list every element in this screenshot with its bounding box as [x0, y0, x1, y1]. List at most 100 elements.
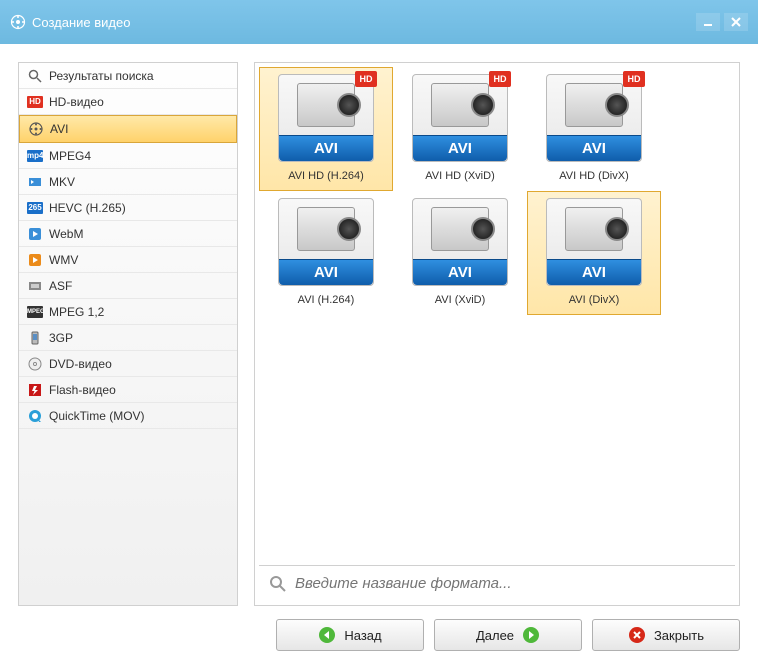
sidebar-item-mpeg4[interactable]: mp4 MPEG4	[19, 143, 237, 169]
sidebar-item-flash-видео[interactable]: Flash-видео	[19, 377, 237, 403]
format-badge: AVI	[547, 135, 641, 161]
sidebar-item-mpeg-1-2[interactable]: MPEG MPEG 1,2	[19, 299, 237, 325]
sidebar-item-label: Flash-видео	[49, 383, 116, 397]
sidebar-item-quicktime-mov-[interactable]: QuickTime (MOV)	[19, 403, 237, 429]
format-caption: AVI (XviD)	[435, 294, 486, 306]
sidebar-item-avi[interactable]: AVI	[19, 115, 237, 143]
sidebar-item-label: WMV	[49, 253, 78, 267]
format-cell[interactable]: HD AVI AVI HD (XviD)	[393, 67, 527, 191]
arrow-right-icon	[522, 626, 540, 644]
next-label: Далее	[476, 628, 514, 643]
hd-badge: HD	[489, 71, 511, 87]
camera-lens-icon	[471, 93, 495, 117]
camera-lens-icon	[605, 217, 629, 241]
hd-badge: HD	[623, 71, 645, 87]
close-icon	[628, 626, 646, 644]
format-thumbnail: HD AVI	[412, 74, 508, 162]
hd-badge: HD	[355, 71, 377, 87]
sidebar-item-wmv[interactable]: WMV	[19, 247, 237, 273]
sidebar-item-label: WebM	[49, 227, 83, 241]
format-badge: AVI	[413, 135, 507, 161]
format-cell[interactable]: AVI AVI (DivX)	[527, 191, 661, 315]
format-thumbnail: AVI	[546, 198, 642, 286]
sidebar-item-label: 3GP	[49, 331, 73, 345]
format-badge: AVI	[279, 259, 373, 285]
format-caption: AVI HD (XviD)	[425, 170, 494, 182]
back-label: Назад	[344, 628, 381, 643]
sidebar-item-asf[interactable]: ASF	[19, 273, 237, 299]
inner-frame: Результаты поиска HD HD-видео AVI mp4 MPEG4 MK…	[0, 44, 758, 670]
camera-lens-icon	[471, 217, 495, 241]
camera-lens-icon	[337, 93, 361, 117]
sidebar-item-label: ASF	[49, 279, 72, 293]
sidebar-item-label: AVI	[50, 122, 68, 136]
quicktime-icon	[27, 408, 43, 424]
next-button[interactable]: Далее	[434, 619, 582, 651]
sidebar-item-результаты-поиска[interactable]: Результаты поиска	[19, 63, 237, 89]
format-cell[interactable]: HD AVI AVI HD (H.264)	[259, 67, 393, 191]
sidebar-item-label: Результаты поиска	[49, 69, 154, 83]
format-cell[interactable]: AVI AVI (H.264)	[259, 191, 393, 315]
sidebar-item-3gp[interactable]: 3GP	[19, 325, 237, 351]
arrow-left-icon	[318, 626, 336, 644]
sidebar-item-hevc-h-265-[interactable]: 265 HEVC (H.265)	[19, 195, 237, 221]
back-button[interactable]: Назад	[276, 619, 424, 651]
hd-icon: HD	[27, 94, 43, 110]
format-thumbnail: AVI	[412, 198, 508, 286]
format-thumbnail: AVI	[278, 198, 374, 286]
search-input[interactable]	[295, 575, 725, 592]
mp4-icon: mp4	[27, 148, 43, 164]
mpeg-icon: MPEG	[27, 304, 43, 320]
asf-icon	[27, 278, 43, 294]
play-icon	[27, 226, 43, 242]
minimize-button[interactable]	[696, 13, 720, 31]
sidebar-item-label: HD-видео	[49, 95, 104, 109]
format-grid-wrap: HD AVI AVI HD (H.264) HD AVI AVI HD (XviD) HD A…	[254, 62, 740, 606]
close-window-button[interactable]	[724, 13, 748, 31]
sidebar-item-hd-видео[interactable]: HD HD-видео	[19, 89, 237, 115]
sidebar-item-label: MKV	[49, 175, 75, 189]
format-badge: AVI	[547, 259, 641, 285]
search-bar	[259, 565, 735, 601]
flash-icon	[27, 382, 43, 398]
body: Результаты поиска HD HD-видео AVI mp4 MPEG4 MK…	[18, 62, 740, 606]
format-caption: AVI (DivX)	[569, 294, 620, 306]
close-label: Закрыть	[654, 628, 704, 643]
sidebar-item-label: MPEG4	[49, 149, 91, 163]
window: Создание видео Результаты поиска HD HD-вид…	[0, 0, 758, 670]
format-thumbnail: HD AVI	[278, 74, 374, 162]
sidebar-item-dvd-видео[interactable]: DVD-видео	[19, 351, 237, 377]
disc-icon	[27, 356, 43, 372]
sidebar-item-label: MPEG 1,2	[49, 305, 104, 319]
play-orange-icon	[27, 252, 43, 268]
search-icon	[27, 68, 43, 84]
sidebar-item-mkv[interactable]: MKV	[19, 169, 237, 195]
format-cell[interactable]: AVI AVI (XviD)	[393, 191, 527, 315]
format-caption: AVI HD (H.264)	[288, 170, 364, 182]
format-caption: AVI HD (DivX)	[559, 170, 628, 182]
phone-icon	[27, 330, 43, 346]
sidebar-item-label: HEVC (H.265)	[49, 201, 126, 215]
sidebar-item-label: DVD-видео	[49, 357, 112, 371]
close-button[interactable]: Закрыть	[592, 619, 740, 651]
format-caption: AVI (H.264)	[298, 294, 355, 306]
camera-lens-icon	[337, 217, 361, 241]
sidebar: Результаты поиска HD HD-видео AVI mp4 MPEG4 MK…	[18, 62, 238, 606]
format-grid: HD AVI AVI HD (H.264) HD AVI AVI HD (XviD) HD A…	[259, 67, 735, 315]
main-panel: HD AVI AVI HD (H.264) HD AVI AVI HD (XviD) HD A…	[254, 62, 740, 606]
format-badge: AVI	[279, 135, 373, 161]
format-badge: AVI	[413, 259, 507, 285]
footer: Назад Далее Закрыть	[18, 606, 740, 652]
265-icon: 265	[27, 200, 43, 216]
sidebar-item-label: QuickTime (MOV)	[49, 409, 145, 423]
format-thumbnail: HD AVI	[546, 74, 642, 162]
titlebar: Создание видео	[0, 0, 758, 44]
format-cell[interactable]: HD AVI AVI HD (DivX)	[527, 67, 661, 191]
sidebar-item-webm[interactable]: WebM	[19, 221, 237, 247]
film-reel-icon	[28, 121, 44, 137]
mkv-icon	[27, 174, 43, 190]
app-icon	[10, 14, 26, 30]
camera-lens-icon	[605, 93, 629, 117]
window-title: Создание видео	[32, 15, 692, 30]
search-icon	[269, 575, 287, 593]
